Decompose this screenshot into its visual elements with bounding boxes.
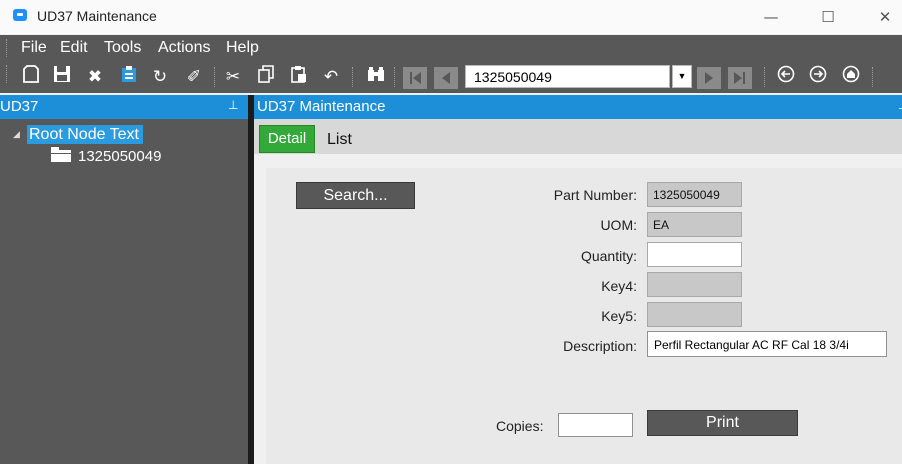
menu-help[interactable]: Help [226, 39, 259, 57]
last-record-icon[interactable] [728, 67, 752, 89]
toolbar-separator [214, 67, 216, 87]
key4-field[interactable] [647, 272, 742, 297]
quantity-field[interactable] [647, 242, 742, 267]
menu-bar: File Edit Tools Actions Help [0, 35, 902, 61]
undo-icon[interactable]: ↶ [320, 65, 342, 89]
main-panel-header: UD37 Maintenance ⊥ [254, 95, 902, 119]
search-button[interactable]: Search... [296, 182, 415, 209]
record-id-combo[interactable]: 1325050049 [465, 65, 670, 88]
save-icon[interactable] [51, 65, 73, 89]
toolbar: ✖ ↻ ✐ ✂ ↶ [0, 61, 902, 93]
copies-label: Copies: [496, 418, 544, 434]
toolbar-grip[interactable] [6, 65, 9, 83]
pin-icon[interactable]: ⊥ [228, 98, 238, 112]
part-number-field[interactable]: 1325050049 [647, 182, 742, 207]
key5-field[interactable] [647, 302, 742, 327]
tab-list[interactable]: List [327, 131, 352, 149]
toolbar-separator [352, 67, 354, 87]
search-binoculars-icon[interactable] [365, 65, 387, 89]
description-field[interactable]: Perfil Rectangular AC RF Cal 18 3/4i [647, 331, 887, 357]
folder-icon [51, 147, 71, 162]
cut-icon[interactable]: ✂ [222, 65, 244, 89]
menu-grip[interactable] [6, 39, 9, 57]
forward-icon[interactable] [807, 65, 829, 89]
chevron-down-icon[interactable]: ▼ [672, 65, 692, 88]
delete-icon[interactable]: ✖ [84, 65, 106, 89]
main-panel-title: UD37 Maintenance [257, 98, 386, 115]
toolbar-separator [764, 67, 766, 87]
new-icon[interactable] [20, 65, 42, 89]
toolbar-separator [872, 67, 874, 87]
tree-panel-header: UD37 ⊥ [0, 95, 248, 119]
next-record-icon[interactable] [697, 67, 721, 89]
menu-actions[interactable]: Actions [158, 39, 210, 57]
app-window-icon [13, 9, 27, 21]
key5-label: Key5: [601, 308, 637, 324]
home-icon[interactable] [840, 65, 862, 89]
previous-record-icon[interactable] [434, 67, 458, 89]
window-title: UD37 Maintenance [37, 8, 157, 24]
tree-expand-arrow-icon[interactable]: ◢ [13, 130, 20, 140]
title-bar: UD37 Maintenance — ☐ ✕ [0, 0, 902, 34]
maximize-button[interactable]: ☐ [805, 4, 851, 30]
menu-edit[interactable]: Edit [60, 39, 88, 57]
clear-icon[interactable]: ✐ [183, 65, 205, 89]
uom-field[interactable]: EA [647, 212, 742, 237]
quantity-label: Quantity: [580, 248, 637, 264]
copy-icon[interactable] [255, 65, 277, 89]
tree-panel [0, 119, 248, 464]
back-icon[interactable] [775, 65, 797, 89]
part-number-label: Part Number: [553, 187, 637, 203]
record-id-value: 1325050049 [474, 69, 552, 85]
tree-root-node[interactable]: Root Node Text [27, 125, 143, 144]
menu-file[interactable]: File [21, 39, 47, 57]
minimize-button[interactable]: — [748, 4, 794, 30]
pin-icon[interactable]: ⊥ [898, 98, 902, 112]
refresh-icon[interactable]: ↻ [149, 65, 171, 89]
paste-icon[interactable] [288, 65, 310, 89]
description-label: Description: [563, 338, 637, 354]
close-button[interactable]: ✕ [862, 4, 902, 30]
uom-label: UOM: [600, 217, 637, 233]
key4-label: Key4: [601, 278, 637, 294]
clipboard-icon[interactable] [118, 65, 140, 89]
copies-field[interactable] [558, 413, 633, 437]
first-record-icon[interactable] [403, 67, 427, 89]
menu-tools[interactable]: Tools [104, 39, 141, 57]
toolbar-separator [394, 67, 396, 87]
tree-child-node[interactable]: 1325050049 [78, 148, 161, 165]
print-button[interactable]: Print [647, 410, 798, 436]
tab-detail[interactable]: Detail [259, 125, 315, 153]
tree-panel-title: UD37 [0, 98, 39, 115]
